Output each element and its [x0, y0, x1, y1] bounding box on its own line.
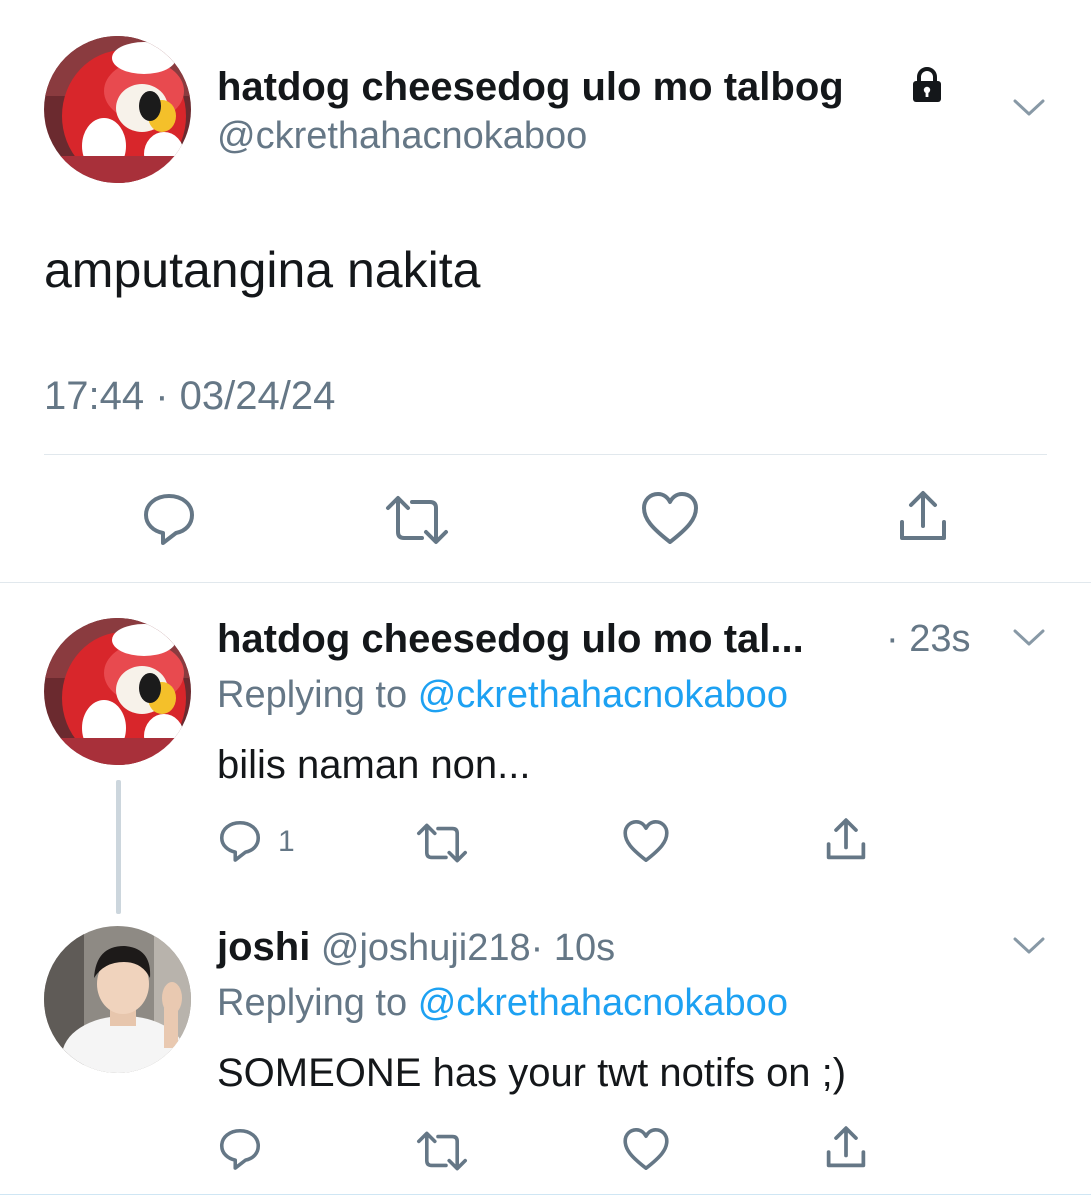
chevron-down-icon[interactable] — [1012, 626, 1046, 655]
reply-text: SOMEONE has your twt notifs on ;) — [217, 1051, 847, 1095]
author-display-name[interactable]: hatdog cheesedog ulo mo talbog — [217, 64, 844, 110]
replying-to-line: Replying to @ckrethahacnokaboo — [217, 980, 788, 1026]
lock-icon — [908, 66, 946, 104]
like-icon[interactable] — [640, 490, 700, 546]
retweet-icon[interactable] — [414, 1128, 470, 1174]
tweet-divider — [44, 454, 1047, 455]
reply-icon[interactable] — [217, 1126, 263, 1172]
reply-age: · 23s — [886, 618, 971, 660]
author-handle[interactable]: @ckrethahacnokaboo — [217, 114, 587, 158]
retweet-icon[interactable] — [414, 820, 470, 866]
share-icon[interactable] — [894, 488, 952, 546]
reply-icon[interactable] — [217, 818, 263, 864]
reply-display-name[interactable]: hatdog cheesedog ulo mo tal... — [217, 616, 804, 662]
chevron-down-icon[interactable] — [1012, 934, 1046, 963]
replying-to-handle[interactable]: @ckrethahacnokaboo — [418, 982, 788, 1024]
reply-display-name[interactable]: joshi — [217, 925, 310, 969]
replying-to-label: Replying to — [217, 982, 408, 1024]
reply-avatar[interactable] — [44, 926, 191, 1073]
reply-text: bilis naman non... — [217, 743, 531, 787]
reply-handle[interactable]: @joshuji218 — [321, 927, 531, 969]
section-divider — [0, 582, 1091, 583]
replying-to-handle[interactable]: @ckrethahacnokaboo — [418, 674, 788, 716]
share-icon[interactable] — [822, 1124, 870, 1172]
like-icon[interactable] — [622, 818, 670, 864]
reply-avatar[interactable] — [44, 618, 191, 765]
author-avatar[interactable] — [44, 36, 191, 183]
share-icon[interactable] — [822, 816, 870, 864]
reply-icon[interactable] — [140, 490, 198, 548]
tweet-timestamp: 17:44 · 03/24/24 — [44, 374, 336, 418]
reply-header: joshi @joshuji218· 10s — [217, 924, 615, 971]
reply-age: · 10s — [530, 927, 616, 969]
chevron-down-icon[interactable] — [1012, 96, 1046, 125]
tweet-text: amputangina nakita — [44, 242, 481, 298]
reply-count: 1 — [278, 825, 295, 858]
bottom-divider — [0, 1194, 1091, 1195]
thread-line — [116, 780, 121, 914]
retweet-icon[interactable] — [382, 492, 452, 548]
replying-to-label: Replying to — [217, 674, 408, 716]
like-icon[interactable] — [622, 1126, 670, 1172]
replying-to-line: Replying to @ckrethahacnokaboo — [217, 672, 788, 718]
